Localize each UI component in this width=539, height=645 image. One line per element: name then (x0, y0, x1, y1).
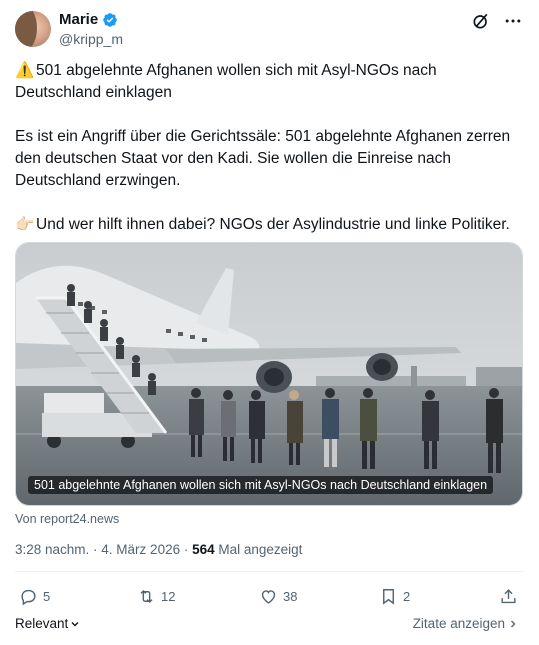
chevron-right-icon (511, 620, 516, 627)
meta-separator: · (180, 542, 193, 557)
tweet-closing-text: Und wer hilft ihnen dabei? NGOs der Asyl… (36, 216, 510, 233)
bookmark-icon (383, 589, 394, 605)
repost-button[interactable]: 12 (137, 587, 175, 606)
views-label: Mal angezeigt (214, 542, 303, 557)
author-display-name[interactable]: Marie (59, 11, 98, 28)
reply-button[interactable]: 5 (19, 587, 50, 606)
tweet-headline-paragraph: ⚠️ 501 abgelehnte Afghanen wollen sich mi… (15, 60, 525, 104)
more-icon[interactable] (503, 11, 523, 31)
bookmark-button[interactable]: 2 (379, 587, 410, 606)
warning-icon: ⚠️ (15, 62, 35, 79)
tweet-paragraph: Es ist ein Angriff über die Gerichtssäle… (15, 128, 511, 189)
quotes-link[interactable]: Zitate anzeigen (413, 616, 518, 631)
sort-label: Relevant (15, 616, 69, 631)
tweet-meta: 3:28 nachm. · 4. März 2026 · 564 Mal ang… (15, 542, 302, 557)
author-handle[interactable]: @kripp_m (59, 31, 123, 47)
avatar[interactable] (15, 11, 51, 47)
pointing-hand-icon: 👉🏻 (15, 216, 35, 233)
views-count: 564 (192, 542, 215, 557)
heart-icon (261, 590, 276, 604)
verified-badge-icon (103, 12, 118, 27)
tweet-closing-paragraph: 👉🏻 Und wer hilft ihnen dabei? NGOs der As… (15, 214, 525, 236)
media-caption: 501 abgelehnte Afghanen wollen sich mit … (28, 476, 494, 494)
meta-separator: · (89, 542, 102, 557)
media-source-link[interactable]: Von report24.news (15, 512, 119, 526)
action-bar: 5 12 38 2 (15, 587, 524, 609)
reply-count: 5 (43, 589, 51, 604)
bookmark-count: 2 (403, 589, 411, 604)
header-actions (471, 11, 523, 31)
tweet-date[interactable]: 4. März 2026 (101, 542, 180, 557)
reply-icon (21, 589, 36, 606)
share-button[interactable] (499, 587, 518, 606)
like-count: 38 (283, 589, 298, 604)
tweet-headline: 501 abgelehnte Afghanen wollen sich mit … (15, 62, 437, 101)
airport-photo (16, 243, 522, 505)
repost-icon (140, 589, 153, 604)
share-icon (501, 589, 516, 604)
like-button[interactable]: 38 (259, 587, 297, 606)
sort-dropdown[interactable]: Relevant (15, 616, 80, 631)
tweet-text: ⚠️ 501 abgelehnte Afghanen wollen sich mi… (15, 60, 525, 236)
author-name-row: Marie (59, 11, 118, 28)
divider (15, 571, 524, 572)
quotes-label: Zitate anzeigen (412, 616, 505, 631)
tweet: Marie @kripp_m ⚠️ 501 abgelehnte Afghanen… (0, 0, 539, 645)
chevron-down-icon (71, 621, 79, 626)
tweet-time[interactable]: 3:28 nachm. (15, 542, 89, 557)
repost-count: 12 (161, 589, 176, 604)
media-card[interactable]: 501 abgelehnte Afghanen wollen sich mit … (15, 242, 523, 506)
grok-icon[interactable] (471, 11, 491, 31)
